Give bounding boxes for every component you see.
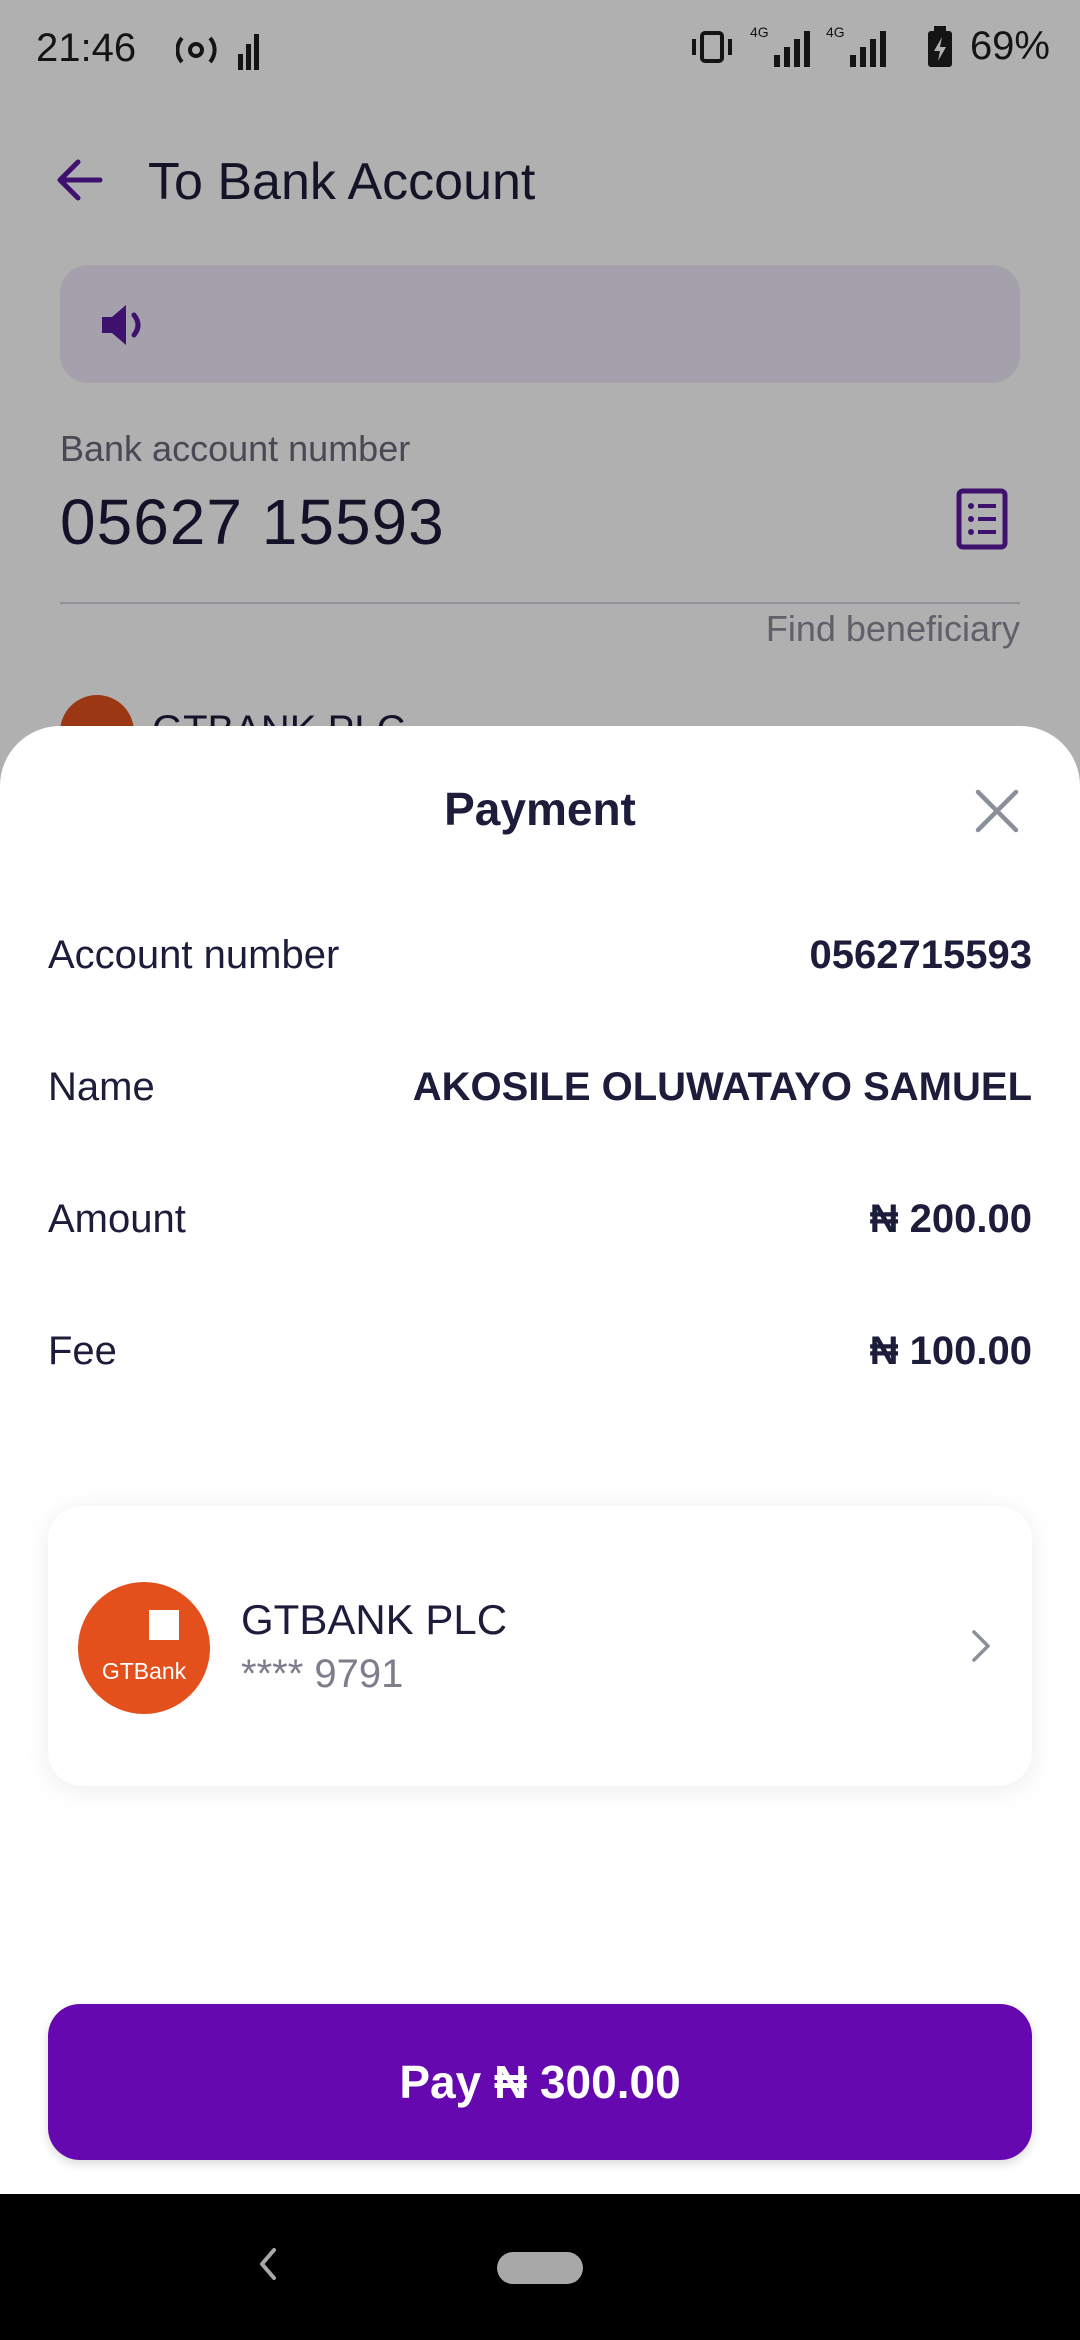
sheet-title: Payment [444, 783, 636, 835]
nav-home-pill[interactable] [497, 2252, 583, 2284]
nav-back-icon[interactable] [254, 2244, 282, 2284]
detail-row-name: Name AKOSILE OLUWATAYO SAMUEL [48, 1065, 1032, 1125]
detail-row-account-number: Account number 0562715593 [48, 933, 1032, 993]
gtbank-logo-square [149, 1610, 179, 1640]
bank-name: GTBANK PLC [241, 1596, 508, 1643]
detail-value: AKOSILE OLUWATAYO SAMUEL [412, 1065, 1032, 1109]
detail-row-amount: Amount ₦ 200.00 [48, 1197, 1032, 1257]
detail-label: Account number [48, 933, 340, 977]
detail-value: ₦ 200.00 [869, 1197, 1032, 1241]
payment-sheet: Payment Account number 0562715593 Name A… [0, 726, 1080, 2194]
pay-button[interactable]: Pay ₦ 300.00 [48, 2004, 1032, 2160]
chevron-right-icon [972, 1630, 990, 1662]
detail-value: 0562715593 [809, 933, 1032, 977]
detail-label: Fee [48, 1329, 117, 1373]
gtbank-logo: GTBank [78, 1582, 210, 1714]
system-nav-bar [0, 2194, 1080, 2340]
bank-masked-number: **** 9791 [241, 1652, 404, 1696]
detail-label: Name [48, 1065, 155, 1109]
detail-row-fee: Fee ₦ 100.00 [48, 1329, 1032, 1389]
detail-label: Amount [48, 1197, 186, 1241]
detail-value: ₦ 100.00 [869, 1329, 1032, 1373]
gtbank-logo-text: GTBank [101, 1658, 187, 1684]
bank-account-card[interactable]: GTBank GTBANK PLC **** 9791 [48, 1506, 1032, 1786]
close-icon[interactable] [972, 786, 1022, 836]
